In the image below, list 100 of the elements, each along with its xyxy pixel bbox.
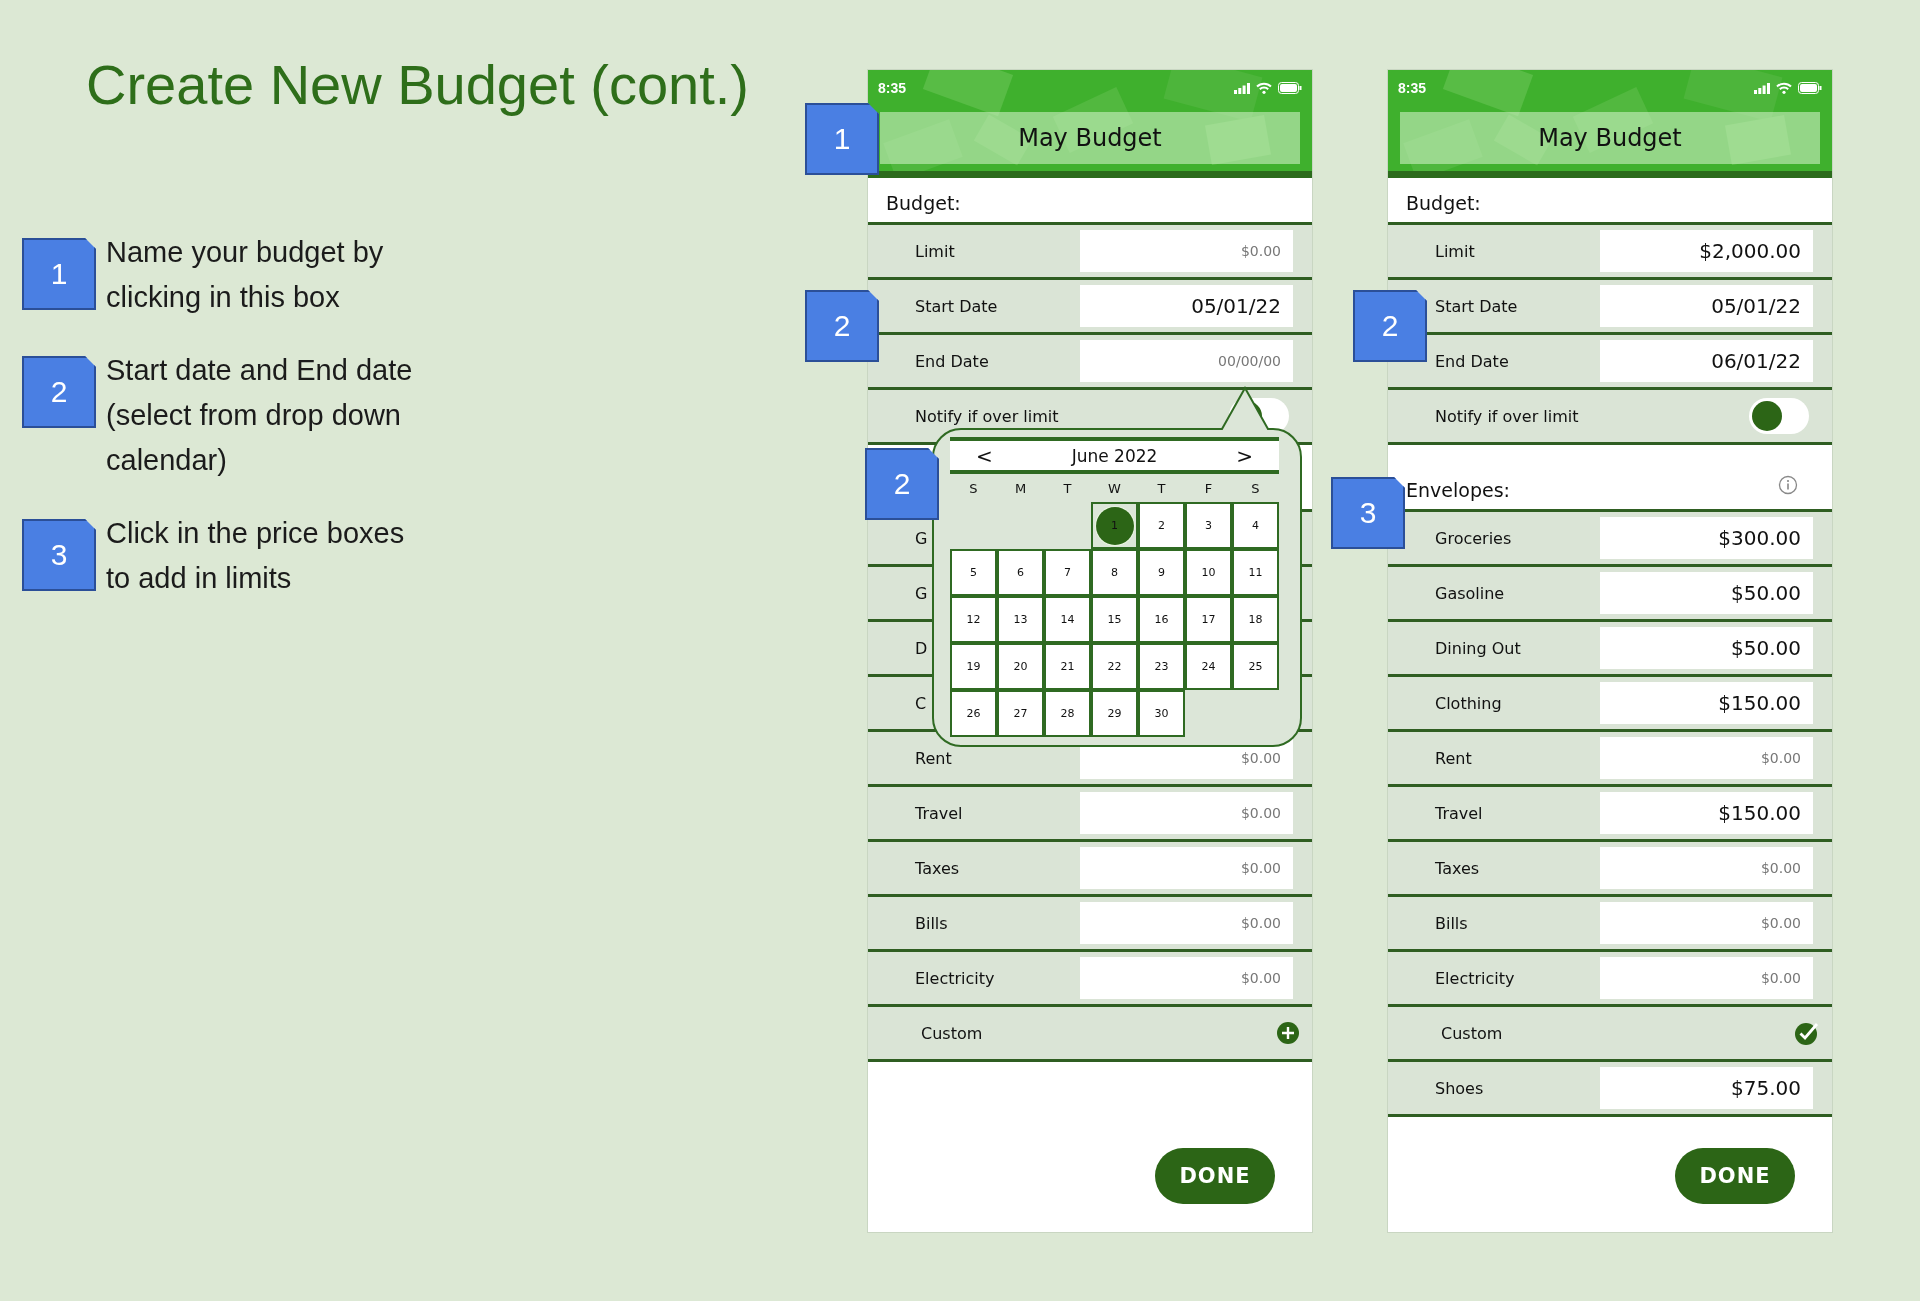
- amount-field[interactable]: $0.00: [1080, 902, 1293, 944]
- wifi-icon: [1776, 82, 1792, 94]
- amount-field[interactable]: $0.00: [1600, 847, 1813, 889]
- number-badge: 2: [805, 290, 879, 362]
- step-text: Click in the price boxes to add in limits: [106, 516, 406, 596]
- amount-field[interactable]: $0.00: [1080, 847, 1293, 889]
- calendar-day[interactable]: 19: [950, 643, 997, 690]
- amount-field[interactable]: 05/01/22: [1080, 285, 1293, 327]
- calendar-day[interactable]: 14: [1044, 596, 1091, 643]
- calendar-day[interactable]: 9: [1138, 549, 1185, 596]
- amount-field[interactable]: 05/01/22: [1600, 285, 1813, 327]
- amount-field[interactable]: $0.00: [1600, 902, 1813, 944]
- row-label: Custom: [1441, 1023, 1504, 1043]
- amount-field[interactable]: $0.00: [1080, 792, 1293, 834]
- calendar-day[interactable]: 25: [1232, 643, 1279, 690]
- calendar-day[interactable]: 11: [1232, 549, 1279, 596]
- row-label: Taxes: [915, 858, 961, 878]
- number-badge: 3: [22, 519, 96, 591]
- calendar-day[interactable]: 21: [1044, 643, 1091, 690]
- amount-field[interactable]: $150.00: [1600, 792, 1813, 834]
- amount-field[interactable]: $150.00: [1600, 682, 1813, 724]
- amount-field[interactable]: $0.00: [1080, 957, 1293, 999]
- row-label: Electricity: [915, 968, 996, 988]
- signal-icon: [1234, 82, 1250, 94]
- budget-name-field[interactable]: May Budget: [880, 112, 1300, 164]
- calendar-day[interactable]: 2: [1138, 502, 1185, 549]
- row-label: End Date: [915, 351, 990, 371]
- calendar-day[interactable]: 13: [997, 596, 1044, 643]
- calendar-day[interactable]: 7: [1044, 549, 1091, 596]
- row-label: G: [915, 583, 929, 603]
- row-label: Custom: [921, 1023, 984, 1043]
- amount-field[interactable]: $0.00: [1600, 737, 1813, 779]
- calendar-day[interactable]: 26: [950, 690, 997, 737]
- weekday-label: W: [1107, 480, 1122, 496]
- row-label: Shoes: [1435, 1078, 1485, 1098]
- calendar-day[interactable]: 29: [1091, 690, 1138, 737]
- amount-field[interactable]: $50.00: [1600, 572, 1813, 614]
- signal-icon: [1754, 82, 1770, 94]
- info-icon[interactable]: [1778, 475, 1798, 495]
- calendar-day[interactable]: 18: [1232, 596, 1279, 643]
- calendar-day[interactable]: 4: [1232, 502, 1279, 549]
- row-label: Bills: [915, 913, 949, 933]
- row-label: Taxes: [1435, 858, 1481, 878]
- calendar-day[interactable]: 5: [950, 549, 997, 596]
- calendar-day[interactable]: 12: [950, 596, 997, 643]
- number-badge: 1: [805, 103, 879, 175]
- amount-field[interactable]: $0.00: [1080, 230, 1293, 272]
- row-label: Notify if over limit: [1435, 406, 1580, 426]
- calendar-day[interactable]: 30: [1138, 690, 1185, 737]
- calendar-day[interactable]: 23: [1138, 643, 1185, 690]
- number-badge: 2: [865, 448, 939, 520]
- wifi-icon: [1256, 82, 1272, 94]
- row-label: Notify if over limit: [915, 406, 1060, 426]
- next-month-button[interactable]: >: [1236, 443, 1253, 468]
- amount-field[interactable]: $0.00: [1600, 957, 1813, 999]
- row-label: Groceries: [1435, 528, 1513, 548]
- amount-field[interactable]: $300.00: [1600, 517, 1813, 559]
- battery-icon: [1798, 82, 1822, 94]
- amount-field[interactable]: 06/01/22: [1600, 340, 1813, 382]
- add-icon[interactable]: [1276, 1021, 1300, 1045]
- amount-field[interactable]: $50.00: [1600, 627, 1813, 669]
- row-label: Start Date: [915, 296, 999, 316]
- calendar-day[interactable]: 17: [1185, 596, 1232, 643]
- calendar-day[interactable]: 6: [997, 549, 1044, 596]
- calendar-day[interactable]: 3: [1185, 502, 1232, 549]
- step-text: Start date and End date (select from drop down calendar): [106, 353, 414, 478]
- done-button[interactable]: DONE: [1155, 1148, 1275, 1204]
- amount-field[interactable]: 00/00/00: [1080, 340, 1293, 382]
- calendar-day[interactable]: 16: [1138, 596, 1185, 643]
- budget-name-field[interactable]: May Budget: [1400, 112, 1820, 164]
- row-label: Limit: [915, 241, 956, 261]
- calendar-day[interactable]: 24: [1185, 643, 1232, 690]
- weekday-label: M: [1013, 480, 1028, 496]
- toggle-switch[interactable]: [1749, 398, 1809, 434]
- weekday-label: S: [968, 480, 979, 496]
- calendar-day[interactable]: 20: [997, 643, 1044, 690]
- step-text: Name your budget by clicking in this box: [106, 235, 385, 315]
- calendar-day[interactable]: 15: [1091, 596, 1138, 643]
- done-button[interactable]: DONE: [1675, 1148, 1795, 1204]
- calendar-day[interactable]: 8: [1091, 549, 1138, 596]
- row-label: Rent: [1435, 748, 1473, 768]
- number-badge: 3: [1331, 477, 1405, 549]
- section-title: Envelopes:: [1406, 479, 1510, 501]
- calendar-day[interactable]: 27: [997, 690, 1044, 737]
- section-title: Budget:: [886, 192, 961, 214]
- amount-field[interactable]: $75.00: [1600, 1067, 1813, 1109]
- calendar-day[interactable]: 22: [1091, 643, 1138, 690]
- calendar-day[interactable]: 10: [1185, 549, 1232, 596]
- number-badge: 2: [1353, 290, 1427, 362]
- calendar-day[interactable]: 28: [1044, 690, 1091, 737]
- previous-month-button[interactable]: <: [976, 443, 993, 468]
- row-label: Gasoline: [1435, 583, 1506, 603]
- weekday-label: S: [1250, 480, 1261, 496]
- row-label: G: [915, 528, 929, 548]
- amount-field[interactable]: $2,000.00: [1600, 230, 1813, 272]
- checkmark-icon[interactable]: [1794, 1020, 1820, 1046]
- row-label: Travel: [1435, 803, 1484, 823]
- row-label: Start Date: [1435, 296, 1519, 316]
- weekday-label: T: [1062, 480, 1073, 496]
- row-label: End Date: [1435, 351, 1510, 371]
